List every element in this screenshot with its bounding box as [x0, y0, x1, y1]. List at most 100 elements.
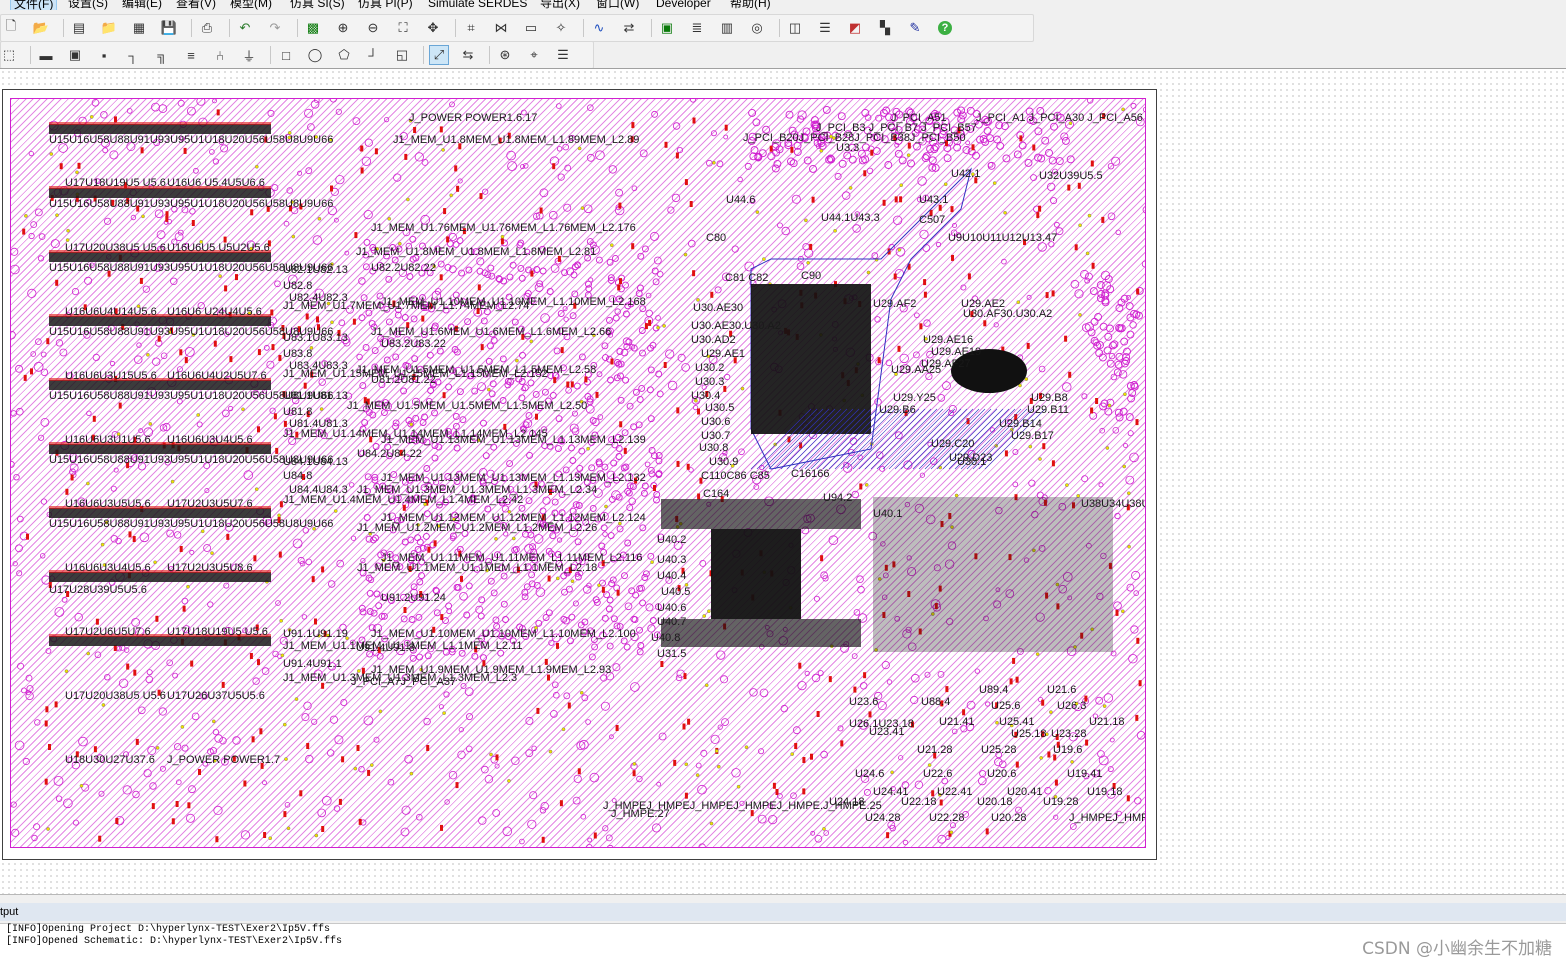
pad	[556, 576, 560, 581]
open-folder-button[interactable]: 📁	[99, 18, 119, 38]
stack-button[interactable]: ☰	[553, 45, 573, 65]
menu-setup[interactable]: 设置(S)	[68, 0, 108, 10]
via	[937, 394, 946, 402]
toolbar-separator	[63, 19, 64, 37]
pcb-board[interactable]: U15U16U58U88U91U93U95U1U18U20U56U58U8U9U…	[10, 98, 1146, 848]
pad	[22, 228, 26, 235]
undo-button[interactable]: ↶	[235, 18, 255, 38]
pin-button[interactable]: ┐	[123, 45, 143, 65]
via	[923, 319, 931, 327]
ellipse-button[interactable]: ◯	[305, 45, 325, 65]
chip-button[interactable]: ▣	[657, 18, 677, 38]
component-button[interactable]: ▬	[36, 45, 56, 65]
component-label: U83.2U83.22	[381, 338, 446, 350]
ic-button[interactable]: ▣	[65, 45, 85, 65]
net-button[interactable]: ⌗	[461, 18, 481, 38]
via	[212, 99, 217, 104]
help-button[interactable]: ?	[935, 18, 955, 38]
menu-simulate-si[interactable]: 仿真 SI(S)	[290, 0, 345, 10]
scope-button[interactable]: ◫	[785, 18, 805, 38]
menu-developer[interactable]: Developer	[656, 0, 711, 10]
menu-model[interactable]: 模型(M)	[230, 0, 272, 10]
zoom-fit-button[interactable]: ⛶	[393, 18, 413, 38]
save-button[interactable]: 💾	[159, 18, 179, 38]
via	[560, 615, 568, 623]
pad	[133, 669, 137, 676]
probe-button[interactable]: ✎	[905, 18, 925, 38]
pad	[433, 540, 437, 547]
pad	[927, 763, 932, 767]
probe-tool-button[interactable]: ⊛	[495, 45, 515, 65]
swap-button[interactable]: ⇆	[458, 45, 478, 65]
pad	[560, 347, 564, 354]
zoom-in-button[interactable]: ⊕	[333, 18, 353, 38]
fork-button[interactable]: ⑃	[210, 45, 230, 65]
eye-button[interactable]: ◎	[747, 18, 767, 38]
via	[301, 614, 308, 620]
via	[1061, 136, 1070, 145]
waveform-button[interactable]: ∿	[589, 18, 609, 38]
component-label: U30.3	[695, 376, 724, 388]
menu-simulate-serdes[interactable]: Simulate SERDES	[428, 0, 527, 10]
menu-simulate-pi[interactable]: 仿真 PI(P)	[358, 0, 413, 10]
corner-icon: ┘	[368, 47, 378, 63]
via	[499, 355, 507, 363]
menu-window[interactable]: 窗口(W)	[596, 0, 639, 10]
open-button[interactable]: 📂	[31, 18, 51, 38]
report-button[interactable]: ▭	[521, 18, 541, 38]
power-button[interactable]: ⏚	[239, 45, 259, 65]
layers-button[interactable]: ☰	[815, 18, 835, 38]
crosstalk-button[interactable]: ⋈	[491, 18, 511, 38]
pan-button[interactable]: ✥	[423, 18, 443, 38]
spectrum-button[interactable]: ▚	[875, 18, 895, 38]
via	[561, 588, 568, 596]
analyze-button[interactable]: ⌖	[524, 45, 544, 65]
pad	[1122, 464, 1126, 469]
via	[465, 745, 473, 753]
new-button[interactable]: 🗋	[1, 18, 21, 38]
new-schematic-button[interactable]: ▤	[69, 18, 89, 38]
pad-button[interactable]: ◱	[392, 45, 412, 65]
via	[930, 457, 938, 465]
menu-file[interactable]: 文件(F)	[10, 0, 58, 10]
board-view-button[interactable]: ▩	[303, 18, 323, 38]
via	[797, 110, 807, 120]
zoom-out-button[interactable]: ⊖	[363, 18, 383, 38]
redo-button[interactable]: ↷	[265, 18, 285, 38]
via	[11, 330, 16, 340]
router-button[interactable]: ⇄	[619, 18, 639, 38]
menu-help[interactable]: 帮助(H)	[730, 0, 771, 10]
help-icon: ?	[938, 21, 952, 35]
bus-button[interactable]: ≡	[181, 45, 201, 65]
resistor-button[interactable]: ▪	[94, 45, 114, 65]
rectangle-button[interactable]: □	[276, 45, 296, 65]
select-button[interactable]: ⬚	[0, 45, 19, 65]
pad	[535, 413, 538, 420]
pad	[55, 279, 59, 286]
wand-button[interactable]: ✧	[551, 18, 571, 38]
stackup-button[interactable]: ≣	[687, 18, 707, 38]
chart-button[interactable]: ▥	[717, 18, 737, 38]
via	[207, 601, 214, 608]
pad	[811, 196, 815, 203]
menu-view[interactable]: 查看(V)	[176, 0, 216, 10]
via	[134, 355, 143, 364]
pad	[333, 509, 338, 513]
board-drawing[interactable]: U15U16U58U88U91U93U95U1U18U20U56U58U8U9U…	[11, 99, 1146, 848]
menu-export[interactable]: 导出(X)	[540, 0, 580, 10]
via	[154, 209, 164, 218]
pad	[919, 323, 923, 330]
pad	[180, 725, 185, 729]
corner-button[interactable]: ┘	[363, 45, 383, 65]
via	[602, 354, 609, 362]
polygon-button[interactable]: ⬠	[334, 45, 354, 65]
print-button[interactable]: ⎙	[197, 18, 217, 38]
pin-edit-button[interactable]: ╗	[152, 45, 172, 65]
route-button[interactable]: ⤢	[429, 45, 449, 65]
color-button[interactable]: ◩	[845, 18, 865, 38]
pad	[275, 447, 279, 454]
via	[426, 351, 434, 359]
menu-edit[interactable]: 编辑(E)	[122, 0, 162, 10]
output-log[interactable]: [INFO]Opening Project D:\hyperlynx-TEST\…	[0, 923, 1566, 969]
save-project-button[interactable]: ▦	[129, 18, 149, 38]
